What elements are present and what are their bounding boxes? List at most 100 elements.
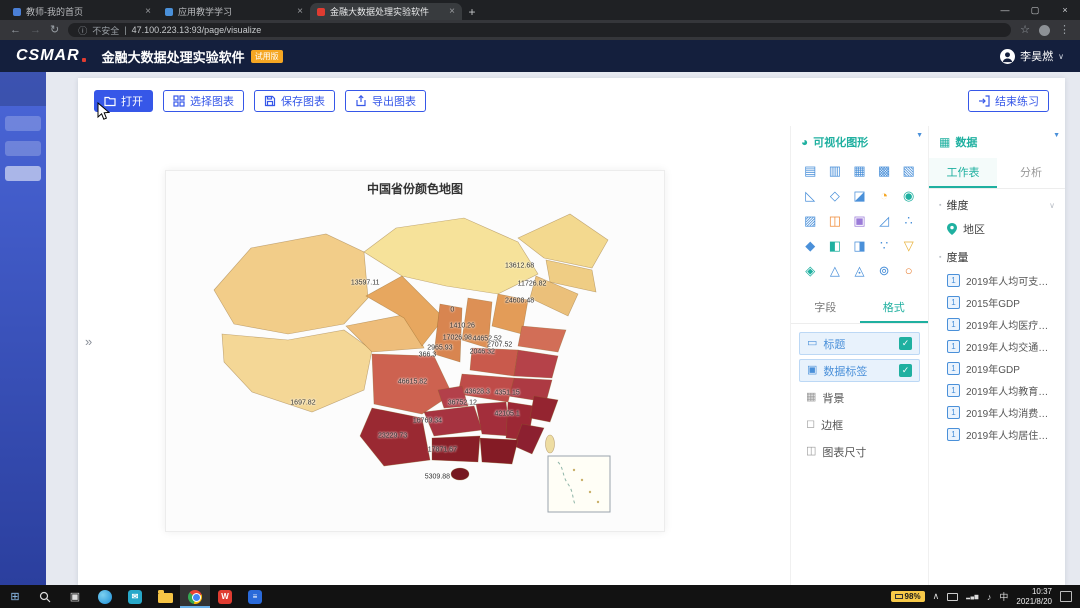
task-view-button[interactable]: ▣ [60, 585, 90, 608]
browser-profile-avatar[interactable] [1039, 25, 1050, 36]
select-chart-button[interactable]: 选择图表 [163, 90, 244, 112]
polar-chart-icon[interactable]: ○ [897, 262, 920, 279]
format-item-border[interactable]: ◻边框 [799, 413, 920, 436]
scatter-chart-icon[interactable]: ◇ [824, 187, 847, 204]
window-close-button[interactable]: × [1050, 0, 1080, 20]
checkbox-checked-icon[interactable]: ✓ [899, 337, 912, 350]
taskbar-app-mail[interactable]: ✉ [120, 585, 150, 608]
globe-chart-icon[interactable]: ◉ [897, 187, 920, 204]
ring-chart-icon[interactable]: ⊚ [873, 262, 896, 279]
taiwan-island-shape[interactable] [546, 435, 555, 453]
display-icon[interactable] [947, 593, 958, 601]
funnel-chart-icon[interactable]: ▽ [897, 237, 920, 254]
candlestick-chart-icon[interactable]: ◧ [824, 237, 847, 254]
bubble-chart-icon[interactable]: ∵ [873, 237, 896, 254]
measure-item[interactable]: 12019年人均消费支出 [929, 401, 1065, 423]
measure-item[interactable]: 12019年人均交通通信支出 [929, 335, 1065, 357]
bookmark-star-icon[interactable]: ☆ [1020, 25, 1030, 36]
trend-chart-icon[interactable]: ◿ [873, 212, 896, 229]
browser-tab[interactable]: 金融大数据处理实验软件× [310, 3, 462, 20]
new-tab-button[interactable]: + [462, 3, 482, 20]
format-item-data-labels[interactable]: ▣数据标签✓ [799, 359, 920, 382]
dimensions-section-header[interactable]: ▪ 维度 ∨ [929, 189, 1065, 217]
hainan-island-shape[interactable] [451, 468, 469, 480]
measure-item[interactable]: 12019年人均可支配收入 [929, 269, 1065, 291]
ime-indicator[interactable]: 中 [999, 590, 1008, 603]
browser-menu-icon[interactable]: ⋮ [1059, 25, 1070, 36]
row-chart-icon[interactable]: ▧ [897, 162, 920, 179]
measure-item[interactable]: 12019年人均居住支出 [929, 423, 1065, 445]
measure-item[interactable]: 12019年人均教育支出 [929, 379, 1065, 401]
network-signal-icon[interactable]: ▂▄▆ [966, 594, 979, 600]
collapsed-sidebar[interactable] [0, 72, 46, 585]
treemap-chart-icon[interactable]: ◫ [824, 212, 847, 229]
radar-chart-icon[interactable]: ◬ [848, 262, 871, 279]
province-shape[interactable] [480, 438, 518, 464]
chevron-down-icon[interactable]: ∨ [1049, 201, 1055, 210]
sidebar-item[interactable] [5, 116, 41, 131]
end-practice-button[interactable]: 结束练习 [968, 90, 1049, 112]
sidebar-expand-icon[interactable]: » [85, 334, 92, 349]
url-box[interactable]: ⓘ 不安全 | 47.100.223.13:93/page/visualize [68, 23, 1011, 37]
browser-tab[interactable]: 教师-我的首页× [6, 3, 158, 20]
province-shape[interactable] [458, 374, 514, 402]
matrix-chart-icon[interactable]: ▨ [799, 212, 822, 229]
start-button[interactable]: ⊞ [0, 585, 30, 608]
battery-indicator[interactable]: 98% [891, 591, 925, 602]
province-shape[interactable] [476, 402, 510, 436]
measure-item[interactable]: 12019年人均医疗支出 [929, 313, 1065, 335]
taskbar-app-chrome[interactable] [180, 585, 210, 608]
window-maximize-button[interactable]: ▢ [1020, 0, 1050, 20]
province-shape[interactable] [432, 436, 480, 462]
tab-fields[interactable]: 字段 [791, 293, 860, 323]
pyramid-chart-icon[interactable]: △ [824, 262, 847, 279]
province-shape[interactable] [222, 330, 372, 412]
province-shape[interactable] [518, 326, 566, 352]
taskbar-clock[interactable]: 10:37 2021/8/20 [1016, 587, 1052, 606]
province-shape[interactable] [214, 234, 368, 334]
user-menu[interactable]: 李昊燃 ∨ [1000, 48, 1064, 64]
mosaic-chart-icon[interactable]: ▣ [848, 212, 871, 229]
save-chart-button[interactable]: 保存图表 [254, 90, 335, 112]
tab-close-icon[interactable]: × [297, 6, 303, 17]
forward-button[interactable]: → [30, 25, 41, 36]
pie-chart-icon[interactable]: ◔ [873, 187, 896, 204]
dimension-item-region[interactable]: 地区 [929, 217, 1065, 241]
back-button[interactable]: ← [10, 25, 21, 36]
province-shape[interactable] [514, 350, 558, 378]
text-table-icon[interactable]: ▤ [799, 162, 822, 179]
refresh-button[interactable]: ↻ [50, 25, 59, 36]
taskbar-app-wps[interactable]: W [210, 585, 240, 608]
tray-expand-icon[interactable]: ∧ [933, 591, 940, 602]
province-shape[interactable] [470, 348, 518, 376]
tab-close-icon[interactable]: × [145, 6, 151, 17]
collapse-triangle-icon[interactable]: ▼ [1053, 132, 1060, 139]
bar-chart-icon[interactable]: ▥ [824, 162, 847, 179]
tab-format[interactable]: 格式 [860, 293, 929, 323]
diamond-chart-icon[interactable]: ◆ [799, 237, 822, 254]
tab-close-icon[interactable]: × [449, 6, 455, 17]
export-chart-button[interactable]: 导出图表 [345, 90, 426, 112]
area-chart-icon[interactable]: ◪ [848, 187, 871, 204]
line-chart-icon[interactable]: ◺ [799, 187, 822, 204]
tab-worksheet[interactable]: 工作表 [929, 158, 997, 188]
taskbar-app-edge[interactable] [90, 585, 120, 608]
checkbox-checked-icon[interactable]: ✓ [899, 364, 912, 377]
tab-analysis[interactable]: 分析 [997, 158, 1065, 188]
taskbar-app-docs[interactable]: ≡ [240, 585, 270, 608]
measure-item[interactable]: 12019年GDP [929, 357, 1065, 379]
gem-chart-icon[interactable]: ◈ [799, 262, 822, 279]
sidebar-item[interactable] [5, 141, 41, 156]
search-button[interactable] [30, 585, 60, 608]
province-shape[interactable] [518, 214, 608, 268]
taskbar-app-file-explorer[interactable] [150, 585, 180, 608]
province-shape[interactable] [372, 354, 452, 414]
window-minimize-button[interactable]: — [990, 0, 1020, 20]
format-item-title[interactable]: ▭标题✓ [799, 332, 920, 355]
measures-section-header[interactable]: ▪ 度量 [929, 241, 1065, 269]
collapse-triangle-icon[interactable]: ▼ [916, 132, 923, 139]
column-chart-icon[interactable]: ▩ [873, 162, 896, 179]
province-shape[interactable] [360, 408, 430, 466]
volume-icon[interactable]: ♪ [987, 592, 992, 602]
province-shape[interactable] [462, 298, 492, 348]
